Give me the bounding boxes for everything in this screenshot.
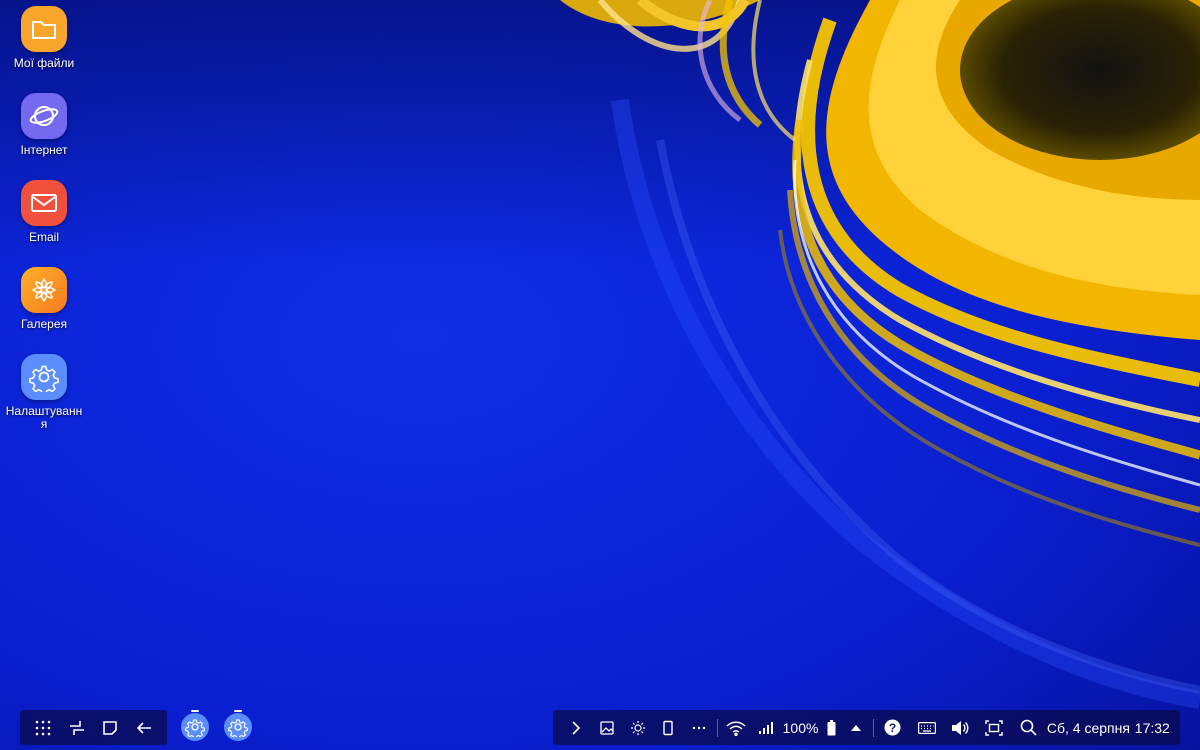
settings-gear-icon xyxy=(224,713,252,741)
desktop-wallpaper xyxy=(0,0,1200,750)
settings-gear-icon xyxy=(21,354,67,400)
tray-separator xyxy=(872,718,874,737)
desktop-icon-email[interactable]: Email xyxy=(4,180,84,244)
running-app-settings-1[interactable] xyxy=(181,710,209,742)
desktop-icon-label: Інтернет xyxy=(20,143,68,157)
date-label[interactable]: Сб, 4 серпня xyxy=(1047,720,1130,736)
app-drawer-icon xyxy=(35,720,51,735)
svg-text:?: ? xyxy=(889,721,896,735)
volume-button[interactable] xyxy=(946,720,974,736)
help-button[interactable]: ? xyxy=(879,719,907,736)
desktop-icon-gallery[interactable]: Галерея xyxy=(4,267,84,331)
running-indicator xyxy=(234,710,242,712)
signal-bars-icon xyxy=(758,721,773,734)
screen-capture-button[interactable] xyxy=(979,719,1009,736)
search-icon xyxy=(1020,719,1037,736)
brightness-icon xyxy=(630,720,645,735)
keyboard-button[interactable] xyxy=(912,721,942,734)
home-icon xyxy=(103,720,118,735)
folder-icon xyxy=(21,6,67,52)
brightness-notification[interactable] xyxy=(625,720,651,736)
battery-status[interactable] xyxy=(823,719,839,736)
tray-expand-button[interactable] xyxy=(844,724,868,732)
search-button[interactable] xyxy=(1014,719,1042,736)
taskbar-navigation xyxy=(20,710,167,745)
more-notifications-button[interactable] xyxy=(686,726,712,730)
recent-apps-button[interactable] xyxy=(68,719,86,737)
battery-percentage: 100% xyxy=(782,719,819,736)
settings-gear-icon xyxy=(181,713,209,741)
desktop-icon-settings[interactable]: Налаштування xyxy=(4,354,84,431)
keyboard-icon xyxy=(917,721,936,734)
more-dots-icon xyxy=(693,726,706,729)
battery-icon xyxy=(827,719,836,735)
running-app-settings-2[interactable] xyxy=(224,710,252,742)
desktop-icon-my-files[interactable]: Мої файли xyxy=(4,6,84,70)
signal-status[interactable] xyxy=(754,721,778,735)
chevron-right-icon xyxy=(572,720,581,735)
desktop-icon-label: Налаштування xyxy=(5,404,83,431)
help-icon: ? xyxy=(884,719,901,736)
clock-time[interactable]: 17:32 xyxy=(1135,720,1170,736)
desktop-icon-label: Галерея xyxy=(20,317,68,331)
email-envelope-icon xyxy=(21,180,67,226)
tray-separator xyxy=(717,718,719,737)
phone-icon xyxy=(663,720,674,735)
wifi-icon xyxy=(726,721,746,736)
back-button[interactable] xyxy=(135,719,153,737)
gallery-flower-icon xyxy=(21,267,67,313)
wifi-status[interactable] xyxy=(723,720,749,736)
volume-icon xyxy=(952,720,969,735)
image-icon xyxy=(600,720,614,735)
desktop-icon-label: Мої файли xyxy=(13,56,75,70)
taskbar-status-area: 100% ? Сб, 4 серпня 17:32 xyxy=(553,710,1180,745)
screen-capture-icon xyxy=(985,719,1003,736)
caret-up-icon xyxy=(851,724,862,731)
app-drawer-button[interactable] xyxy=(34,719,52,737)
phone-notification[interactable] xyxy=(655,720,681,736)
internet-planet-icon xyxy=(21,93,67,139)
screenshot-notification[interactable] xyxy=(594,720,620,735)
desktop-icon-label: Email xyxy=(28,230,59,244)
running-indicator xyxy=(191,710,199,712)
desktop-icon-internet[interactable]: Інтернет xyxy=(4,93,84,157)
home-button[interactable] xyxy=(101,719,119,737)
back-icon xyxy=(136,721,152,734)
recent-apps-icon xyxy=(69,720,84,735)
expand-tray-button[interactable] xyxy=(563,720,589,736)
